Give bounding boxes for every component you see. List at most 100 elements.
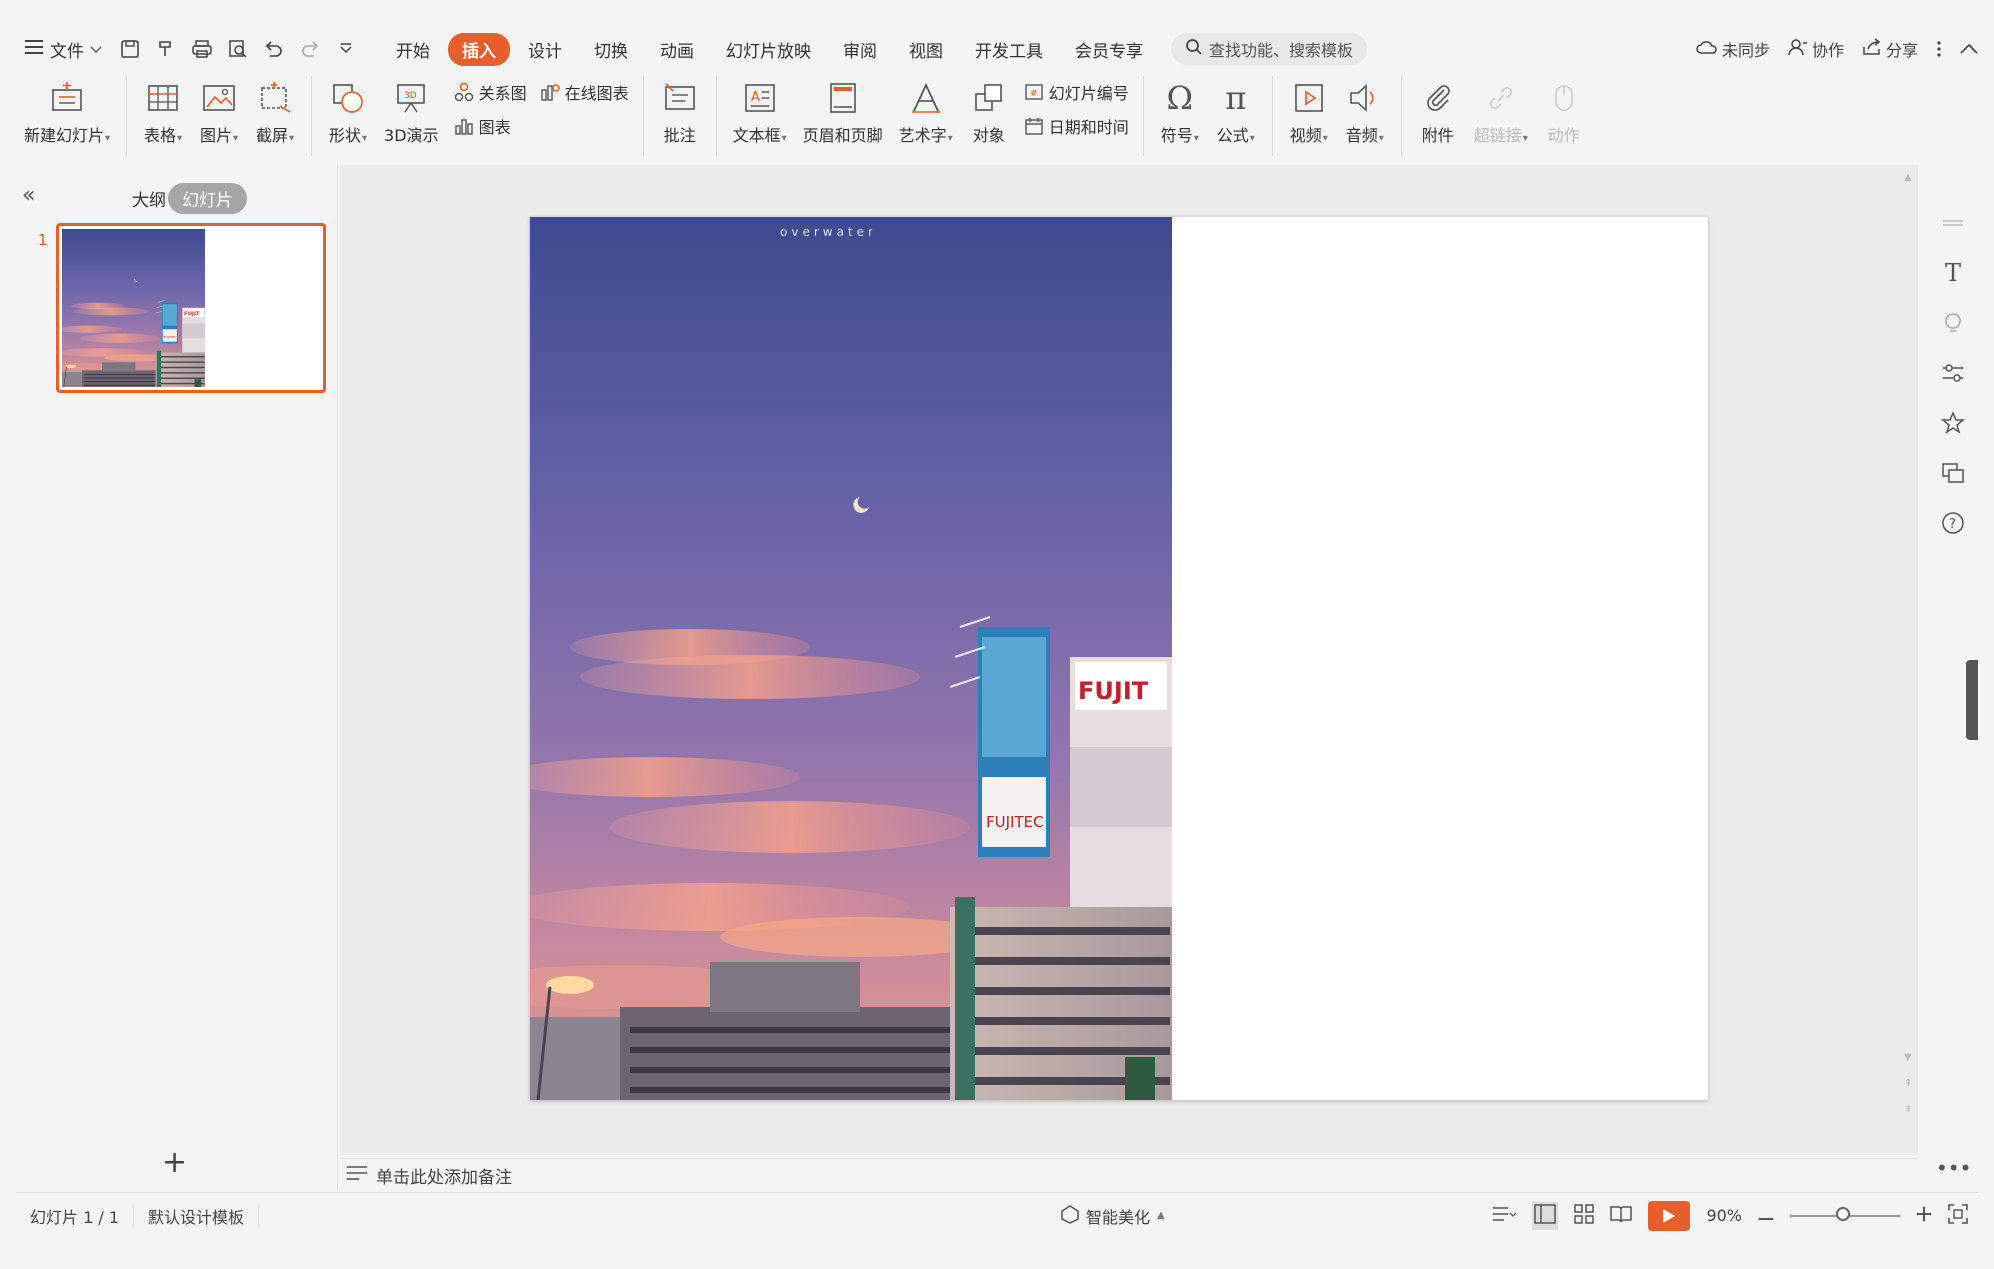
normal-view-icon[interactable] xyxy=(1532,1201,1559,1230)
relation-diagram-button[interactable]: 关系图 xyxy=(453,80,527,104)
slide-thumbnail[interactable] xyxy=(56,223,326,393)
textbox-button[interactable]: A 文本框▾ xyxy=(725,76,795,148)
save-icon[interactable] xyxy=(114,33,146,65)
table-button[interactable]: 表格▾ xyxy=(135,76,191,148)
tab-insert[interactable]: 插入 xyxy=(448,32,510,66)
more-options-icon[interactable] xyxy=(1936,40,1942,58)
account-actions: 未同步 协作 分享 xyxy=(1696,37,1978,61)
file-menu[interactable]: 文件 xyxy=(16,33,110,66)
lightbulb-icon[interactable] xyxy=(1939,309,1967,337)
bar-chart-icon xyxy=(453,115,475,137)
wordart-button[interactable]: 艺术字▾ xyxy=(891,76,961,148)
sync-button[interactable]: 未同步 xyxy=(1696,37,1770,61)
demo3d-label: 3D演示 xyxy=(384,126,439,145)
collapse-ribbon-icon[interactable] xyxy=(1960,43,1978,55)
zoom-in-icon[interactable] xyxy=(1916,1206,1932,1226)
header-footer-icon xyxy=(823,78,863,118)
zoom-slider-knob[interactable] xyxy=(1836,1206,1850,1221)
zoom-slider[interactable] xyxy=(1790,1206,1900,1221)
video-button[interactable]: 视频▾ xyxy=(1281,76,1337,148)
play-slideshow-button[interactable] xyxy=(1648,1200,1691,1231)
tab-member[interactable]: 会员专享 xyxy=(1061,33,1157,66)
search-icon xyxy=(1185,38,1203,60)
tab-view[interactable]: 视图 xyxy=(895,33,957,66)
transition-icon[interactable] xyxy=(1939,459,1967,487)
chart-button[interactable]: 图表 xyxy=(453,114,527,138)
collapse-panel-icon[interactable]: « xyxy=(22,183,35,208)
notes-area[interactable]: 单击此处添加备注 xyxy=(340,1158,1918,1192)
object-button[interactable]: 对象 xyxy=(961,76,1017,148)
tab-home[interactable]: 开始 xyxy=(382,33,444,66)
picture-button[interactable]: 图片▾ xyxy=(191,76,247,148)
adjust-icon[interactable] xyxy=(1939,359,1967,387)
print-preview-icon[interactable] xyxy=(222,33,254,65)
mouse-icon xyxy=(1544,78,1584,118)
undo-icon[interactable] xyxy=(258,33,290,65)
online-chart-button[interactable]: 在线图表 xyxy=(539,80,629,104)
audio-button[interactable]: 音频▾ xyxy=(1337,76,1393,148)
tab-transition[interactable]: 切换 xyxy=(580,33,642,66)
slide-photo[interactable]: FUJIT FUJITEC xyxy=(530,217,1172,1100)
zoom-out-icon[interactable] xyxy=(1758,1206,1774,1225)
insert-ribbon: 新建幻灯片▾ 表格▾ 图片▾ 截屏▾ 形状▾ 3D 3D演示 关系图 图表 在线… xyxy=(16,70,1978,162)
share-button[interactable]: 分享 xyxy=(1862,37,1918,61)
slide-number-button[interactable]: # 幻灯片编号 xyxy=(1023,80,1129,104)
tab-design[interactable]: 设计 xyxy=(514,33,576,66)
pi-icon: π xyxy=(1225,79,1247,117)
formula-button[interactable]: π 公式▾ xyxy=(1208,76,1264,148)
template-name[interactable]: 默认设计模板 xyxy=(134,1203,260,1228)
text-format-icon[interactable]: T xyxy=(1939,259,1967,287)
format-painter-icon[interactable] xyxy=(150,33,182,65)
tab-review[interactable]: 审阅 xyxy=(829,33,891,66)
datetime-label: 日期和时间 xyxy=(1048,118,1129,137)
search-box[interactable]: 查找功能、搜索模板 xyxy=(1171,33,1368,65)
new-slide-button[interactable]: 新建幻灯片▾ xyxy=(16,76,118,148)
share-icon xyxy=(1862,38,1882,60)
help-icon[interactable]: ? xyxy=(1939,509,1967,537)
relation-diagram-icon xyxy=(453,81,475,103)
handle-icon[interactable] xyxy=(1939,209,1967,237)
status-bar: 幻灯片 1 / 1 默认设计模板 智能美化 ▲ 90% xyxy=(16,1192,1978,1238)
print-icon[interactable] xyxy=(186,33,218,65)
new-slide-label: 新建幻灯片 xyxy=(24,126,105,145)
screenshot-icon xyxy=(255,78,295,118)
hyperlink-button[interactable]: 超链接▾ xyxy=(1466,76,1536,148)
notes-toggle-icon[interactable] xyxy=(1492,1205,1517,1227)
tab-developer[interactable]: 开发工具 xyxy=(961,33,1057,66)
tab-animation[interactable]: 动画 xyxy=(646,33,708,66)
screenshot-button[interactable]: 截屏▾ xyxy=(247,76,303,148)
search-placeholder: 查找功能、搜索模板 xyxy=(1209,41,1354,60)
reading-view-icon[interactable] xyxy=(1610,1204,1633,1228)
zoom-level[interactable]: 90% xyxy=(1706,1206,1742,1225)
collaborate-button[interactable]: 协作 xyxy=(1788,37,1844,61)
quick-access: 文件 xyxy=(16,33,362,66)
sync-label: 未同步 xyxy=(1721,41,1770,60)
more-icon[interactable]: ••• xyxy=(1936,1156,1971,1180)
svg-text:?: ? xyxy=(1949,517,1956,532)
smart-beautify-button[interactable]: 智能美化 ▲ xyxy=(1060,1204,1165,1228)
action-button[interactable]: 动作 xyxy=(1536,76,1592,148)
animation-star-icon[interactable] xyxy=(1939,409,1967,437)
slide[interactable]: FUJIT FUJITEC xyxy=(530,217,1708,1100)
tab-slideshow[interactable]: 幻灯片放映 xyxy=(712,33,825,66)
ribbon-tabs: 开始 插入 设计 切换 动画 幻灯片放映 审阅 视图 开发工具 会员专享 xyxy=(382,32,1157,66)
fit-window-icon[interactable] xyxy=(1948,1203,1968,1228)
demo3d-button[interactable]: 3D 3D演示 xyxy=(376,76,447,148)
side-drawer-handle[interactable] xyxy=(1966,660,1978,740)
slide-sorter-icon[interactable] xyxy=(1574,1203,1595,1228)
add-slide-button[interactable]: + xyxy=(162,1145,187,1180)
header-footer-button[interactable]: 页眉和页脚 xyxy=(795,76,891,148)
redo-icon[interactable] xyxy=(294,33,326,65)
cloud-sync-icon xyxy=(1696,39,1718,59)
comment-button[interactable]: 批注 xyxy=(652,76,708,148)
shape-button[interactable]: 形状▾ xyxy=(320,76,376,148)
vertical-scrollbar[interactable]: ▲ ▼ ⇞ ⇟ xyxy=(1900,172,1918,1132)
datetime-button[interactable]: 日期和时间 xyxy=(1023,114,1129,138)
paperclip-icon xyxy=(1418,78,1458,118)
thumbnail-number: 1 xyxy=(38,231,48,249)
slide-number-label: 幻灯片编号 xyxy=(1048,84,1129,103)
customize-quick-access-icon[interactable] xyxy=(330,33,362,65)
attachment-button[interactable]: 附件 xyxy=(1410,76,1466,148)
tab-slides[interactable]: 幻灯片 xyxy=(168,183,247,214)
symbol-button[interactable]: Ω 符号▾ xyxy=(1152,76,1208,148)
